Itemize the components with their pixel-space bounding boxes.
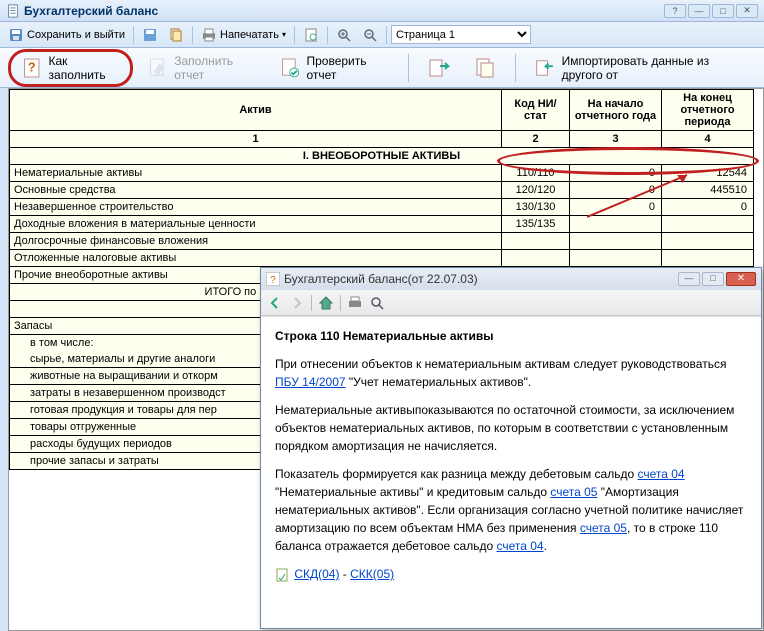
preview-icon [303, 27, 319, 43]
link-skk05[interactable]: СКК(05) [350, 567, 394, 581]
table-row[interactable]: Незавершенное строительство 130/130 0 0 [10, 199, 754, 216]
subheader-2: 2 [502, 131, 570, 148]
popup-title: Бухгалтерский баланс(от 22.07.03) [284, 272, 676, 286]
maximize-button[interactable]: □ [712, 4, 734, 18]
link-account-04[interactable]: счета 04 [638, 467, 685, 481]
minimize-button[interactable]: — [688, 4, 710, 18]
table-row[interactable]: Отложенные налоговые активы [10, 250, 754, 267]
fill-report-button[interactable]: Заполнить отчет [139, 50, 265, 86]
print-icon[interactable] [347, 295, 363, 311]
find-icon[interactable] [369, 295, 385, 311]
check-report-button[interactable]: Проверить отчет [271, 50, 398, 86]
print-button[interactable]: Напечатать ▾ [197, 25, 290, 45]
link-account-05[interactable]: счета 05 [580, 521, 627, 535]
page-selector[interactable]: Страница 1 [391, 25, 531, 44]
fill-report-label: Заполнить отчет [174, 54, 257, 82]
svg-text:?: ? [28, 60, 36, 74]
table-row[interactable]: Нематериальные активы 110/110 0 12544 [10, 165, 754, 182]
back-icon[interactable] [267, 295, 283, 311]
table-row[interactable]: Основные средства 120/120 0 445510 [10, 182, 754, 199]
table-row[interactable]: Доходные вложения в материальные ценност… [10, 216, 754, 233]
link-account-05[interactable]: счета 05 [550, 485, 597, 499]
forward-icon[interactable] [289, 295, 305, 311]
close-button[interactable]: ✕ [736, 4, 758, 18]
section-1-header: I. ВНЕОБОРОТНЫЕ АКТИВЫ [10, 148, 754, 165]
printer-icon [201, 27, 217, 43]
popup-close-button[interactable]: ✕ [726, 272, 756, 286]
how-fill-label: Как заполнить [49, 54, 120, 82]
main-title-bar: Бухгалтерский баланс ? — □ ✕ [0, 0, 764, 22]
toolbar-actions: ? Как заполнить Заполнить отчет Проверит… [0, 48, 764, 88]
export-icon [427, 56, 451, 80]
pencil-doc-icon [147, 56, 169, 80]
import-label: Импортировать данные из другого от [562, 54, 748, 82]
attach-icon [473, 56, 497, 80]
diskette-icon [142, 27, 158, 43]
home-icon[interactable] [318, 295, 334, 311]
doc-icon [275, 568, 289, 582]
popup-title-bar: ? Бухгалтерский баланс(от 22.07.03) — □ … [261, 268, 761, 290]
link-skd04[interactable]: СКД(04) [294, 567, 339, 581]
import-icon [534, 56, 556, 80]
svg-text:?: ? [270, 275, 276, 286]
formula-row: СКД(04) - СКК(05) [275, 565, 747, 583]
help-popup: ? Бухгалтерский баланс(от 22.07.03) — □ … [260, 267, 762, 629]
zoom-out-button[interactable] [358, 25, 382, 45]
attach-button[interactable] [465, 52, 505, 84]
header-code: Код НИ/стат [502, 90, 570, 131]
save-exit-label: Сохранить и выйти [27, 29, 125, 41]
check-report-label: Проверить отчет [306, 54, 390, 82]
help-icon: ? [266, 272, 280, 286]
table-row[interactable]: Долгосрочные финансовые вложения [10, 233, 754, 250]
subheader-1: 1 [10, 131, 502, 148]
subheader-4: 4 [662, 131, 754, 148]
header-end: На конец отчетного периода [662, 90, 754, 131]
link-account-04[interactable]: счета 04 [496, 539, 543, 553]
zoom-in-icon [336, 27, 352, 43]
print-dropdown-icon: ▾ [282, 30, 286, 39]
toolbar-main: Сохранить и выйти Напечатать ▾ Страница … [0, 22, 764, 48]
copy-icon [168, 27, 184, 43]
header-start: На начало отчетного года [570, 90, 662, 131]
save-icon [8, 27, 24, 43]
popup-maximize-button[interactable]: □ [702, 272, 724, 286]
preview-button[interactable] [299, 25, 323, 45]
header-asset: Актив [10, 90, 502, 131]
popup-toolbar [261, 290, 761, 316]
popup-minimize-button[interactable]: — [678, 272, 700, 286]
zoom-in-button[interactable] [332, 25, 356, 45]
help-doc-icon: ? [21, 56, 43, 80]
subheader-3: 3 [570, 131, 662, 148]
how-fill-button[interactable]: ? Как заполнить [8, 49, 133, 87]
export-button[interactable] [419, 52, 459, 84]
zoom-out-icon [362, 27, 378, 43]
document-icon [6, 4, 20, 18]
link-pbu[interactable]: ПБУ 14/2007 [275, 375, 346, 389]
popup-content: Строка 110 Нематериальные активы При отн… [261, 316, 761, 628]
popup-heading: Строка 110 Нематериальные активы [275, 327, 747, 345]
help-button[interactable]: ? [664, 4, 686, 18]
save-button[interactable] [138, 25, 162, 45]
save-exit-button[interactable]: Сохранить и выйти [4, 25, 129, 45]
import-button[interactable]: Импортировать данные из другого от [526, 50, 756, 86]
check-doc-icon [279, 56, 301, 80]
window-title: Бухгалтерский баланс [24, 4, 664, 18]
copy-button[interactable] [164, 25, 188, 45]
print-label: Напечатать [220, 29, 279, 41]
